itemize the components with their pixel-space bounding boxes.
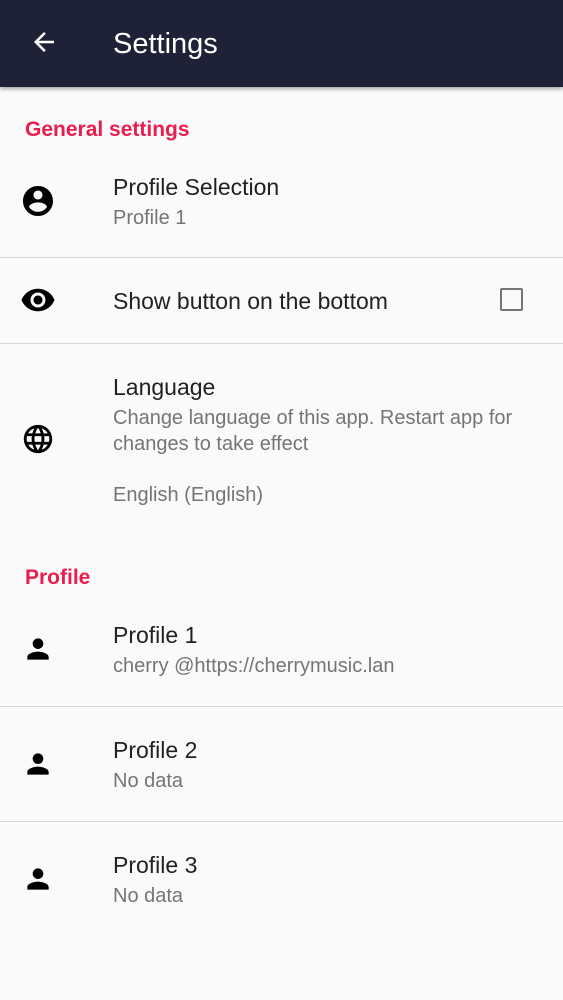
profile-item-3[interactable]: Profile 3 No data bbox=[0, 822, 563, 936]
language-row[interactable]: Language Change language of this app. Re… bbox=[0, 344, 563, 534]
section-header-profile: Profile bbox=[25, 566, 91, 589]
profile-item-summary: No data bbox=[113, 770, 184, 792]
profile-item-summary: No data bbox=[113, 885, 184, 907]
language-title: Language bbox=[113, 374, 216, 400]
show-button-row[interactable]: Show button on the bottom bbox=[0, 258, 563, 343]
show-button-checkbox[interactable] bbox=[500, 288, 523, 311]
language-summary: Change language of this app. Restart app… bbox=[113, 407, 513, 455]
profile-item-summary: cherry @https://cherrymusic.lan bbox=[113, 655, 395, 677]
profile-item-title: Profile 1 bbox=[113, 622, 198, 648]
back-button[interactable] bbox=[22, 22, 66, 66]
language-value: English (English) bbox=[113, 484, 264, 506]
page-title: Settings bbox=[113, 28, 218, 60]
account-circle-icon bbox=[20, 183, 56, 219]
profile-item-1[interactable]: Profile 1 cherry @https://cherrymusic.la… bbox=[0, 598, 563, 706]
globe-icon bbox=[20, 421, 56, 457]
profile-selection-row[interactable]: Profile Selection Profile 1 bbox=[0, 150, 563, 257]
eye-icon bbox=[20, 282, 56, 318]
profile-item-2[interactable]: Profile 2 No data bbox=[0, 707, 563, 821]
profile-selection-summary: Profile 1 bbox=[113, 207, 187, 229]
app-bar: Settings bbox=[0, 0, 563, 87]
person-icon bbox=[20, 746, 56, 782]
profile-item-title: Profile 2 bbox=[113, 737, 198, 763]
profile-selection-title: Profile Selection bbox=[113, 174, 280, 200]
person-icon bbox=[20, 631, 56, 667]
person-icon bbox=[20, 861, 56, 897]
show-button-title: Show button on the bottom bbox=[113, 288, 388, 314]
section-header-general: General settings bbox=[25, 118, 190, 141]
profile-item-title: Profile 3 bbox=[113, 852, 198, 878]
arrow-back-icon bbox=[29, 27, 59, 62]
